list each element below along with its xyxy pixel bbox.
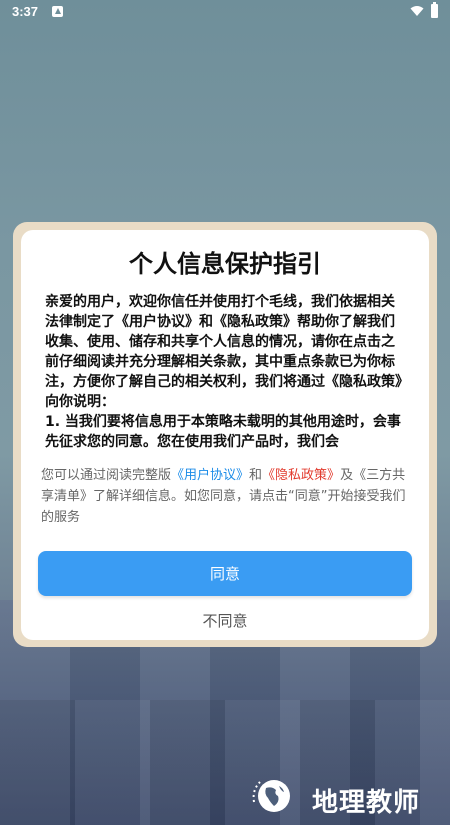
dialog-body-scroll[interactable]: 亲爱的用户，欢迎你信任并使用打个毛线，我们依据相关法律制定了《用户协议》和《隐私… — [45, 292, 405, 452]
globe-logo-icon — [252, 780, 290, 812]
privacy-dialog: 个人信息保护指引 亲爱的用户，欢迎你信任并使用打个毛线，我们依据相关法律制定了《… — [21, 230, 429, 640]
status-bar: 3:37 — [0, 0, 450, 24]
dialog-footer-text: 您可以通过阅读完整版《用户协议》和《隐私政策》及《三方共享清单》了解详细信息。如… — [41, 465, 411, 528]
wifi-icon — [410, 6, 424, 16]
agree-button[interactable]: 同意 — [38, 551, 412, 596]
dialog-body-text: 亲爱的用户，欢迎你信任并使用打个毛线，我们依据相关法律制定了《用户协议》和《隐私… — [45, 294, 402, 410]
watermark-text: 地理教师 — [312, 788, 421, 818]
battery-icon — [431, 2, 438, 18]
footer-and: 和 — [249, 468, 263, 483]
watermark: 地理教师 — [248, 770, 448, 820]
app-notification-icon — [52, 6, 63, 17]
user-agreement-link[interactable]: 《用户协议》 — [171, 468, 249, 483]
status-time: 3:37 — [12, 4, 39, 19]
dialog-title: 个人信息保护指引 — [129, 250, 321, 278]
disagree-button[interactable]: 不同意 — [21, 610, 429, 631]
privacy-policy-link[interactable]: 《隐私政策》 — [262, 468, 340, 483]
footer-prefix: 您可以通过阅读完整版 — [41, 468, 172, 483]
dialog-body-item-1: 1. 当我们要将信息用于本策略未载明的其他用途时，会事先征求您的同意。您在使用我… — [45, 414, 401, 450]
